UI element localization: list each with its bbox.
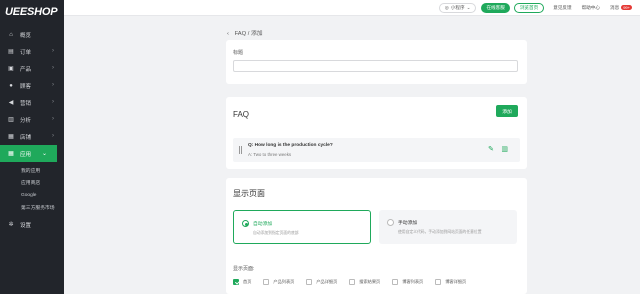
sidebar-item-label: 应用 (20, 151, 32, 158)
mini-program-icon: ◎ (444, 4, 449, 10)
sidebar-subitem-my-apps[interactable]: 我的应用 (0, 164, 64, 177)
sidebar-item-label: 概览 (20, 32, 32, 39)
faq-list-item: Q: How long is the production cycle? A: … (233, 138, 520, 162)
sidebar-item-overview[interactable]: ⌂ 概览 (0, 26, 64, 43)
messages-badge: 99+ (621, 5, 632, 10)
pages-checkbox-group: 首页 产品列表页 产品详细页 搜索结果页 博客列表页 博客详细页 (233, 279, 478, 285)
chevron-down-icon: ⌄ (466, 4, 471, 10)
back-chevron-icon[interactable]: ‹ (227, 31, 229, 37)
chevron-right-icon: › (52, 65, 54, 71)
feedback-link[interactable]: 意见反馈 (553, 5, 571, 11)
apps-grid-icon: ▦ (8, 150, 14, 157)
sidebar-subitem-third-party[interactable]: 第三方服务市场 (0, 202, 64, 215)
faq-answer: A: Two to three weeks (248, 152, 292, 157)
sidebar-item-label: 产品 (20, 66, 32, 73)
mini-program-label: 小程序 (450, 4, 465, 10)
chevron-right-icon: › (52, 48, 54, 54)
sidebar-item-apps[interactable]: ▦ 应用 ⌄ (0, 145, 57, 162)
chevron-right-icon: › (52, 99, 54, 105)
sidebar-item-marketing[interactable]: ◀ 营销 › (0, 94, 64, 111)
checkbox-label: 产品详细页 (316, 279, 338, 284)
option-title: 手动添加 (398, 221, 418, 226)
breadcrumb-text: FAQ / 添加 (234, 31, 263, 37)
chevron-down-icon: ⌄ (41, 151, 47, 157)
radio-manual-add[interactable] (387, 219, 394, 226)
option-manual-add[interactable]: 手动添加 使用自定义代码，手动添加到网站页面的任意位置 (379, 210, 517, 244)
faq-card: FAQ 添加 Q: How long is the production cyc… (226, 97, 527, 169)
faq-question: Q: How long is the production cycle? (248, 143, 333, 148)
checkbox-box[interactable] (306, 279, 313, 285)
document-icon: ▤ (8, 48, 14, 55)
trash-icon[interactable]: ▥ (501, 146, 508, 153)
chevron-right-icon: › (52, 116, 54, 122)
checkbox-label: 博客列表页 (402, 279, 424, 284)
display-pages-card: 显示页面 自动添加 自动添加到指定页面的底部 手动添加 使用自定义代码，手动添加… (226, 178, 527, 294)
gear-icon: ✲ (8, 221, 14, 228)
title-card: 标题 (226, 40, 527, 84)
sidebar-item-label: 订单 (20, 49, 32, 56)
sidebar-item-label: 设置 (20, 222, 32, 229)
checkbox-label: 产品列表页 (273, 279, 295, 284)
drag-handle-icon[interactable] (239, 146, 242, 154)
store-icon: ▦ (8, 133, 14, 140)
checkbox-box[interactable] (233, 279, 239, 285)
sidebar: UEESHOP ⌂ 概览 ▤ 订单 › ▣ 产品 › ● 顾客 › ◀ 营销 ›… (0, 0, 64, 294)
checkbox-box[interactable] (349, 279, 356, 285)
checkbox-search-results[interactable]: 搜索结果页 (349, 279, 380, 285)
box-icon: ▣ (8, 65, 14, 72)
option-description: 自动添加到指定页面的底部 (253, 231, 299, 235)
megaphone-icon: ◀ (8, 99, 14, 106)
sidebar-item-orders[interactable]: ▤ 订单 › (0, 43, 64, 60)
sidebar-item-label: 顾客 (20, 83, 32, 90)
checkbox-product-detail[interactable]: 产品详细页 (306, 279, 337, 285)
option-auto-add[interactable]: 自动添加 自动添加到指定页面的底部 (233, 210, 371, 244)
sidebar-item-store[interactable]: ▦ 店铺 › (0, 128, 64, 145)
checkbox-home[interactable]: 首页 (233, 279, 251, 285)
checkbox-product-list[interactable]: 产品列表页 (263, 279, 294, 285)
help-center-link[interactable]: 帮助中心 (582, 5, 600, 11)
sidebar-item-customers[interactable]: ● 顾客 › (0, 77, 64, 94)
add-faq-button[interactable]: 添加 (496, 105, 518, 117)
title-input[interactable] (233, 60, 518, 72)
home-icon: ⌂ (9, 31, 13, 38)
checkbox-box[interactable] (263, 279, 270, 285)
messages-label: 消息 (610, 4, 620, 10)
sidebar-item-label: 营销 (20, 100, 32, 107)
checkbox-label: 博客详细页 (445, 279, 467, 284)
checkbox-box[interactable] (392, 279, 399, 285)
users-icon: ● (9, 82, 13, 89)
radio-auto-add[interactable] (242, 220, 249, 227)
logo[interactable]: UEESHOP (0, 0, 64, 24)
pages-label: 显示页面: (233, 266, 255, 272)
sidebar-subitem-google[interactable]: Google (0, 189, 64, 202)
option-description: 使用自定义代码，手动添加到网站页面的任意位置 (398, 230, 482, 234)
checkbox-label: 首页 (243, 279, 252, 284)
option-title: 自动添加 (253, 222, 273, 227)
sidebar-item-products[interactable]: ▣ 产品 › (0, 60, 64, 77)
checkbox-blog-list[interactable]: 博客列表页 (392, 279, 423, 285)
chevron-right-icon: › (52, 133, 54, 139)
title-label: 标题 (233, 50, 244, 56)
view-home-button[interactable]: 浏览首页 (513, 2, 545, 13)
checkbox-label: 搜索结果页 (359, 279, 381, 284)
faq-heading: FAQ (233, 110, 250, 119)
chevron-right-icon: › (52, 82, 54, 88)
breadcrumb: ‹ FAQ / 添加 (227, 28, 263, 37)
top-bar: ◎ 小程序 ⌄ 在线客服 浏览首页 意见反馈 帮助中心 消息 99+ (64, 0, 640, 16)
sidebar-item-analytics[interactable]: ▥ 分析 › (0, 111, 64, 128)
sidebar-item-label: 店铺 (20, 134, 32, 141)
sidebar-item-label: 分析 (20, 117, 32, 124)
messages-link[interactable]: 消息 99+ (610, 5, 632, 11)
display-pages-heading: 显示页面 (233, 189, 265, 198)
online-service-button[interactable]: 在线客服 (481, 2, 510, 13)
sidebar-item-settings[interactable]: ✲ 设置 (0, 216, 64, 233)
checkbox-box[interactable] (435, 279, 442, 285)
checkbox-blog-detail[interactable]: 博客详细页 (435, 279, 466, 285)
bar-chart-icon: ▥ (8, 116, 14, 123)
edit-icon[interactable]: ✎ (488, 146, 494, 153)
mini-program-dropdown[interactable]: ◎ 小程序 ⌄ (438, 2, 477, 13)
sidebar-subitem-app-store[interactable]: 应用商店 (0, 177, 64, 190)
